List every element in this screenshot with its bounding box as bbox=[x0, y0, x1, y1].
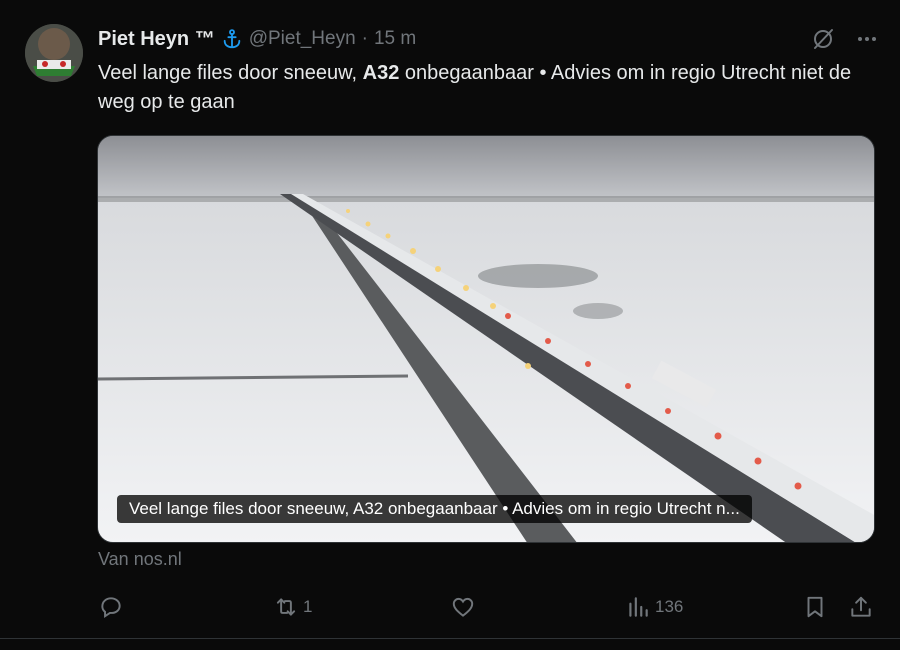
share-button[interactable] bbox=[848, 592, 874, 622]
separator-dot: · bbox=[361, 28, 368, 49]
top-actions bbox=[810, 26, 880, 52]
views-count: 136 bbox=[655, 597, 684, 616]
snowy-highway-photo bbox=[98, 136, 874, 542]
retweet-count: 1 bbox=[303, 597, 313, 616]
reply-icon bbox=[101, 597, 121, 619]
author-handle[interactable]: @Piet_Heyn bbox=[249, 26, 356, 52]
tweet-text: Veel lange files door sneeuw, A32 onbega… bbox=[98, 59, 858, 117]
anchor-icon bbox=[221, 28, 243, 50]
tweet-card[interactable]: Piet Heyn ™ @Piet_Heyn · 15 m Veel lange bbox=[0, 0, 900, 650]
reply-button[interactable] bbox=[98, 592, 128, 622]
avatar[interactable] bbox=[25, 24, 83, 82]
heart-icon bbox=[452, 597, 474, 617]
bookmark-icon bbox=[807, 596, 823, 618]
grok-icon[interactable] bbox=[810, 26, 836, 52]
action-bar: 1 136 bbox=[98, 592, 877, 622]
retweet-icon bbox=[276, 598, 296, 616]
like-button[interactable] bbox=[450, 592, 480, 622]
views-button[interactable]: 136 bbox=[625, 592, 683, 622]
display-name[interactable]: Piet Heyn ™ bbox=[98, 26, 215, 52]
retweet-button[interactable]: 1 bbox=[273, 592, 312, 622]
divider bbox=[0, 638, 900, 639]
link-card-image[interactable]: Veel lange files door sneeuw, A32 onbega… bbox=[97, 135, 875, 543]
bookmark-button[interactable] bbox=[802, 592, 828, 622]
tweet-timestamp[interactable]: 15 m bbox=[374, 26, 416, 52]
tweet-text-bold: A32 bbox=[362, 62, 400, 84]
media-caption[interactable]: Veel lange files door sneeuw, A32 onbega… bbox=[117, 495, 752, 523]
tweet-text-part1: Veel lange files door sneeuw, bbox=[98, 62, 363, 84]
share-icon bbox=[851, 596, 871, 617]
link-source[interactable]: Van nos.nl bbox=[98, 549, 182, 570]
views-icon bbox=[629, 597, 648, 617]
more-options-icon[interactable] bbox=[854, 26, 880, 52]
tweet-header: Piet Heyn ™ @Piet_Heyn · 15 m bbox=[98, 26, 416, 52]
